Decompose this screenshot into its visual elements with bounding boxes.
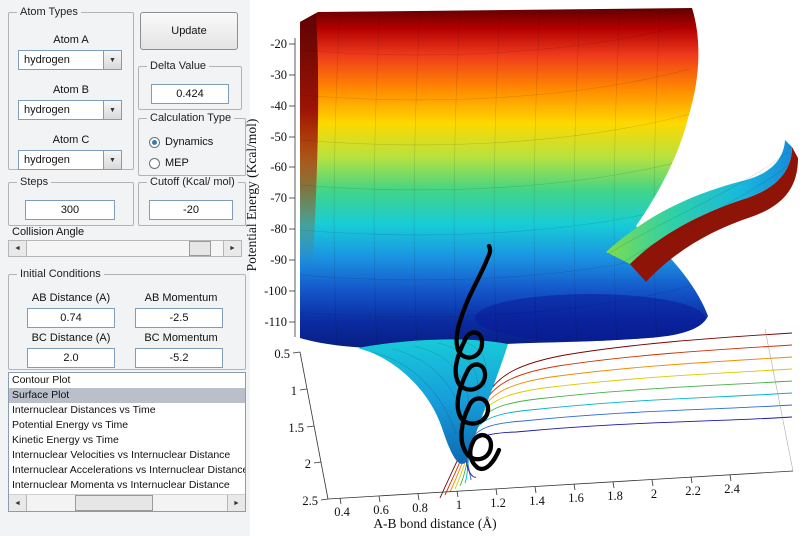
- x-tick-label: 1.6: [568, 491, 584, 505]
- cutoff-input[interactable]: [149, 200, 233, 220]
- bc-distance-input[interactable]: [27, 348, 115, 368]
- collision-angle-label: Collision Angle: [12, 226, 85, 238]
- ab-momentum-label: AB Momentum: [144, 292, 218, 304]
- y-tick-label: -110: [265, 315, 287, 329]
- collision-angle-slider-thumb[interactable]: [189, 241, 211, 256]
- ab-momentum-input[interactable]: [135, 308, 223, 328]
- atom-b-dropdown[interactable]: hydrogen ▼: [18, 100, 122, 120]
- bc-momentum-input[interactable]: [135, 348, 223, 368]
- steps-group: Steps: [8, 176, 134, 226]
- mep-radio-row: MEP: [149, 157, 189, 169]
- x-axis-title: A-B bond distance (Å): [373, 516, 496, 531]
- y-tick-label: -50: [270, 130, 287, 144]
- dynamics-radio-label: Dynamics: [165, 136, 214, 148]
- x-tick-label: 0.8: [412, 501, 428, 515]
- list-item[interactable]: Contour Plot: [9, 373, 245, 388]
- y-tick-label: -30: [270, 68, 287, 82]
- surface-plot: -20 -30 -40 -50 -60 -70 -80 -90 -100 -11…: [244, 0, 800, 536]
- scroll-left-icon[interactable]: ◄: [9, 495, 27, 511]
- steps-input[interactable]: [25, 200, 115, 220]
- x-tick-label: 2.2: [685, 484, 701, 498]
- list-item[interactable]: Internuclear Accelerations vs Internucle…: [9, 463, 245, 478]
- steps-legend: Steps: [20, 176, 49, 188]
- app-window: { "icons": { "dropdown_arrow": "▼", "arr…: [0, 0, 800, 536]
- chevron-down-icon[interactable]: ▼: [103, 151, 121, 169]
- atom-c-label: Atom C: [52, 134, 90, 146]
- atom-types-legend: Atom Types: [20, 6, 78, 18]
- depth-tick-label: 2.5: [302, 494, 318, 508]
- delta-value-input[interactable]: [151, 84, 229, 104]
- depth-tick-label: 2: [305, 457, 311, 471]
- atom-c-dropdown[interactable]: hydrogen ▼: [18, 150, 122, 170]
- atom-c-value: hydrogen: [24, 154, 70, 166]
- collision-angle-slider[interactable]: ◄ ►: [8, 240, 242, 257]
- listbox-horizontal-scrollbar[interactable]: ◄ ►: [9, 494, 245, 511]
- initial-conditions-legend: Initial Conditions: [20, 268, 101, 280]
- control-panel: Atom Types Atom A hydrogen ▼ Atom B hydr…: [0, 0, 250, 536]
- list-item[interactable]: Kinetic Energy vs Time: [9, 433, 245, 448]
- x-tick-label: 0.4: [334, 505, 350, 519]
- y-tick-label: -60: [270, 160, 287, 174]
- atom-a-label: Atom A: [53, 34, 89, 46]
- depth-tick-label: 1: [291, 384, 297, 398]
- y-axis-title: Potential Energy (Kcal/mol): [244, 119, 259, 272]
- y-tick-label: -40: [270, 99, 287, 113]
- mep-radio-label: MEP: [165, 157, 189, 169]
- x-tick-label: 1.2: [490, 496, 506, 510]
- collision-angle-slider-track[interactable]: [27, 241, 223, 256]
- x-tick-label: 1: [456, 498, 462, 512]
- x-tick-label: 1.4: [529, 494, 545, 508]
- x-tick-label: 2: [651, 487, 657, 501]
- calculation-type-group: Calculation Type Dynamics MEP: [138, 112, 246, 176]
- x-tick-label: 1.8: [607, 489, 623, 503]
- surface-basin: [475, 294, 705, 342]
- chevron-down-icon[interactable]: ▼: [103, 101, 121, 119]
- initial-conditions-group: Initial Conditions AB Distance (A) AB Mo…: [8, 268, 246, 370]
- calculation-type-legend: Calculation Type: [150, 112, 232, 124]
- dynamics-radio[interactable]: [149, 136, 160, 148]
- list-item[interactable]: Potential Energy vs Time: [9, 418, 245, 433]
- x-tick-label: 2.4: [724, 482, 740, 496]
- bc-distance-label: BC Distance (A): [31, 332, 111, 344]
- surface-back-wall: [300, 8, 708, 348]
- slider-left-arrow-icon[interactable]: ◄: [9, 241, 27, 256]
- delta-value-group: Delta Value: [138, 60, 242, 110]
- ab-distance-label: AB Distance (A): [31, 292, 111, 304]
- depth-tick-label: 0.5: [274, 347, 290, 361]
- y-tick-label: -100: [264, 284, 287, 298]
- delta-value-legend: Delta Value: [150, 60, 207, 72]
- dynamics-radio-row: Dynamics: [149, 136, 213, 148]
- atom-a-value: hydrogen: [24, 54, 70, 66]
- atom-b-label: Atom B: [52, 84, 90, 96]
- y-tick-label: -20: [270, 37, 287, 51]
- atom-types-group: Atom Types Atom A hydrogen ▼ Atom B hydr…: [8, 6, 134, 170]
- x-tick-label: 0.6: [373, 503, 389, 517]
- y-tick-label: -90: [270, 253, 287, 267]
- listbox-scroll-thumb[interactable]: [75, 495, 153, 511]
- atom-b-value: hydrogen: [24, 104, 70, 116]
- slider-right-arrow-icon[interactable]: ►: [223, 241, 241, 256]
- plot-type-listbox[interactable]: Contour Plot Surface Plot Internuclear D…: [8, 372, 246, 512]
- y-tick-label: -70: [270, 191, 287, 205]
- y-tick-label: -80: [270, 222, 287, 236]
- ab-distance-input[interactable]: [27, 308, 115, 328]
- chevron-down-icon[interactable]: ▼: [103, 51, 121, 69]
- update-button[interactable]: Update: [140, 12, 238, 50]
- list-item[interactable]: Internuclear Velocities vs Internuclear …: [9, 448, 245, 463]
- depth-tick-label: 1.5: [288, 421, 304, 435]
- atom-a-dropdown[interactable]: hydrogen ▼: [18, 50, 122, 70]
- cutoff-legend: Cutoff (Kcal/ mol): [150, 176, 235, 188]
- listbox-scroll-track[interactable]: [27, 495, 227, 511]
- list-item-selected[interactable]: Surface Plot: [9, 388, 245, 403]
- bc-momentum-label: BC Momentum: [144, 332, 218, 344]
- list-item[interactable]: Internuclear Momenta vs Internuclear Dis…: [9, 478, 245, 493]
- mep-radio[interactable]: [149, 157, 160, 169]
- list-item[interactable]: Internuclear Distances vs Time: [9, 403, 245, 418]
- cutoff-group: Cutoff (Kcal/ mol): [138, 176, 246, 226]
